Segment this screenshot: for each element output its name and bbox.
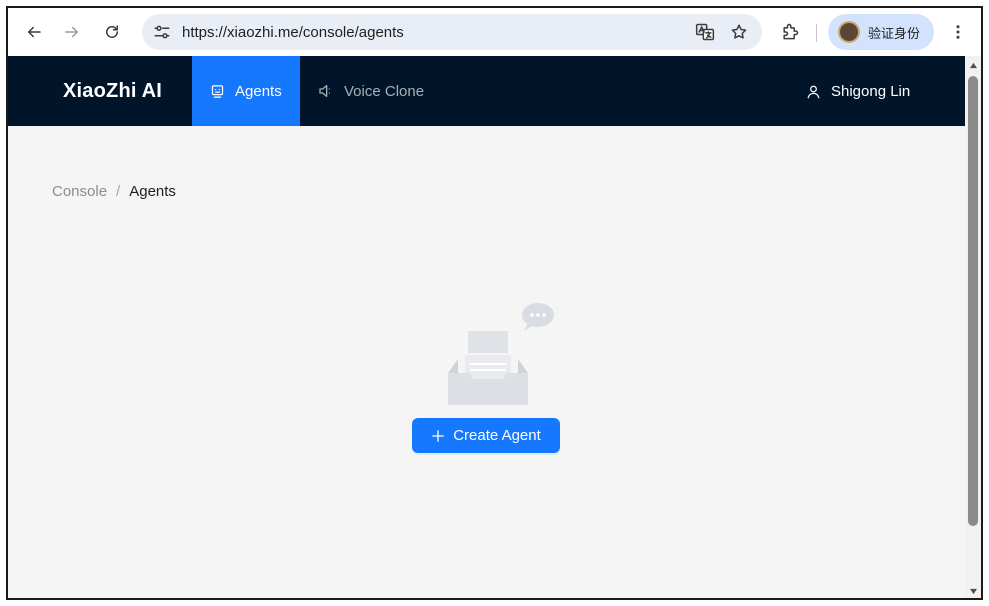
breadcrumb-separator: / (116, 183, 121, 200)
plus-icon (432, 429, 445, 442)
url-text[interactable]: https://xiaozhi.me/console/agents (182, 24, 404, 41)
app-header: XiaoZhi AI Agents Voice Clone Shigong Li… (8, 56, 965, 126)
speaker-icon (319, 85, 330, 97)
empty-inbox-icon (448, 303, 554, 405)
profile-button[interactable]: 验证身份 (828, 14, 934, 50)
nav-agents[interactable]: Agents (192, 56, 300, 126)
page-scrollbar[interactable] (965, 56, 981, 598)
create-agent-label: Create Agent (453, 427, 541, 444)
create-agent-button[interactable]: Create Agent (412, 418, 560, 453)
star-icon (731, 24, 747, 39)
nav-voice-clone[interactable]: Voice Clone (300, 56, 442, 126)
brand-logo[interactable]: XiaoZhi AI (63, 80, 162, 103)
chat-bubble-icon (522, 303, 554, 331)
breadcrumb: Console / Agents (52, 183, 176, 200)
browser-toolbar: https://xiaozhi.me/console/agents 验证身份 (8, 8, 981, 56)
bookmark-button[interactable] (728, 21, 750, 43)
toolbar-divider (816, 24, 817, 42)
breadcrumb-console[interactable]: Console (52, 183, 107, 200)
address-bar[interactable]: https://xiaozhi.me/console/agents (142, 14, 762, 50)
forward-button[interactable] (58, 18, 86, 46)
arrow-right-icon (65, 26, 78, 38)
main-content: Console / Agents Create Agent (8, 126, 965, 598)
arrow-left-icon (28, 26, 41, 38)
browser-window: https://xiaozhi.me/console/agents 验证身份 X… (6, 6, 983, 600)
extensions-button[interactable] (778, 20, 802, 44)
site-info-button[interactable] (150, 20, 174, 44)
reload-button[interactable] (98, 18, 126, 46)
translate-icon (695, 23, 715, 41)
breadcrumb-agents: Agents (129, 183, 176, 200)
kebab-icon (956, 25, 960, 39)
robot-icon (211, 84, 224, 98)
scrollbar-thumb[interactable] (968, 76, 978, 526)
user-menu[interactable]: Shigong Lin (806, 56, 910, 126)
avatar (838, 21, 860, 43)
tune-icon (154, 25, 170, 39)
user-name: Shigong Lin (831, 82, 911, 100)
browser-menu-button[interactable] (946, 20, 970, 44)
reload-icon (106, 25, 118, 38)
user-icon (807, 85, 820, 98)
puzzle-icon (783, 23, 799, 40)
scroll-up-arrow-icon[interactable] (968, 60, 978, 70)
profile-label: 验证身份 (868, 25, 921, 41)
scroll-down-arrow-icon[interactable] (968, 586, 978, 596)
translate-button[interactable] (694, 21, 716, 43)
nav-voice-clone-label: Voice Clone (344, 82, 425, 100)
back-button[interactable] (20, 18, 48, 46)
nav-agents-label: Agents (235, 82, 282, 100)
